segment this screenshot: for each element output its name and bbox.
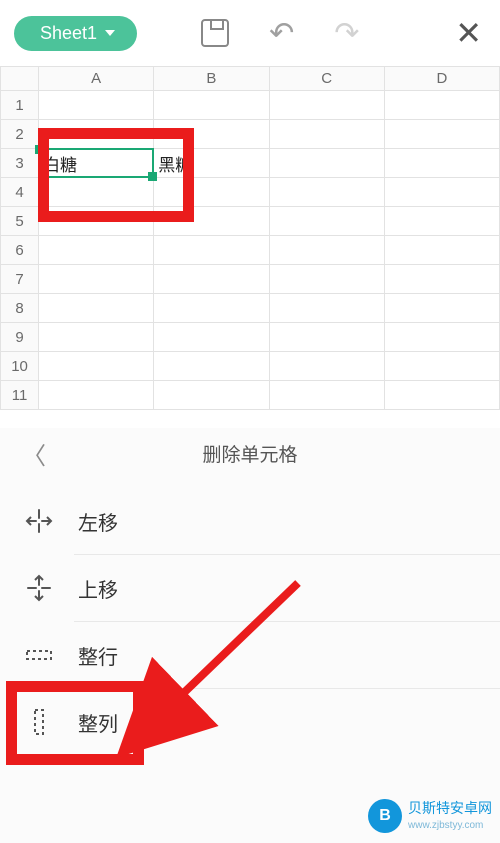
cell-A11[interactable] [39,381,154,410]
chevron-down-icon [105,30,115,36]
cell-A2[interactable] [39,120,154,149]
cell-C9[interactable] [269,323,384,352]
option-entire-column[interactable]: 整列 [0,689,500,755]
cell-D1[interactable] [384,91,499,120]
cell-value: 黑糖 [158,156,192,175]
cell-A8[interactable] [39,294,154,323]
cell-A6[interactable] [39,236,154,265]
delete-cell-panel: 〈 删除单元格 左移 上移 整行 [0,428,500,843]
redo-icon[interactable]: ↷ [334,16,359,51]
cell-D8[interactable] [384,294,499,323]
row-header-4[interactable]: 4 [1,178,39,207]
option-label: 上移 [78,574,118,603]
watermark-url: www.zjbstyy.com [408,820,483,831]
option-label: 左移 [78,507,118,536]
cell-C10[interactable] [269,352,384,381]
cell-C5[interactable] [269,207,384,236]
panel-title: 删除单元格 [0,440,500,467]
row-header-11[interactable]: 11 [1,381,39,410]
cell-C11[interactable] [269,381,384,410]
cell-C8[interactable] [269,294,384,323]
col-header-A[interactable]: A [39,67,154,91]
spreadsheet: A B C D 1 2 3 白糖 黑糖 4 5 6 7 8 9 [0,66,500,428]
cell-B1[interactable] [154,91,269,120]
row-header-7[interactable]: 7 [1,265,39,294]
cell-B8[interactable] [154,294,269,323]
option-label: 整行 [78,641,118,670]
cell-C1[interactable] [269,91,384,120]
close-icon[interactable]: ✕ [455,14,482,52]
corner-cell[interactable] [1,67,39,91]
cell-D10[interactable] [384,352,499,381]
cell-D3[interactable] [384,149,499,178]
watermark-logo-icon: B [368,799,402,833]
cell-B7[interactable] [154,265,269,294]
cell-A1[interactable] [39,91,154,120]
cell-D4[interactable] [384,178,499,207]
cell-C7[interactable] [269,265,384,294]
cell-B10[interactable] [154,352,269,381]
cell-D7[interactable] [384,265,499,294]
cell-C4[interactable] [269,178,384,207]
row-header-6[interactable]: 6 [1,236,39,265]
cell-C3[interactable] [269,149,384,178]
cell-A5[interactable] [39,207,154,236]
row-header-1[interactable]: 1 [1,91,39,120]
cell-D6[interactable] [384,236,499,265]
cell-D2[interactable] [384,120,499,149]
cell-B5[interactable] [154,207,269,236]
shift-left-icon [24,506,54,536]
sheet-tab[interactable]: Sheet1 [14,16,137,51]
selection-handle-tl-icon[interactable] [35,145,44,154]
entire-column-icon [24,707,54,737]
watermark-name: 贝斯特安卓网 [408,801,492,816]
selection-handle-br-icon[interactable] [148,172,157,181]
cell-D5[interactable] [384,207,499,236]
cell-D9[interactable] [384,323,499,352]
cell-B9[interactable] [154,323,269,352]
shift-up-icon [24,573,54,603]
cell-value: 白糖 [43,156,77,175]
col-header-D[interactable]: D [384,67,499,91]
cell-C2[interactable] [269,120,384,149]
save-icon[interactable] [201,19,229,47]
cell-A4[interactable] [39,178,154,207]
cell-B11[interactable] [154,381,269,410]
entire-row-icon [24,640,54,670]
top-toolbar: Sheet1 ↶ ↷ ✕ [0,0,500,66]
sheet-tab-label: Sheet1 [40,23,97,44]
option-entire-row[interactable]: 整行 [0,622,500,688]
row-header-2[interactable]: 2 [1,120,39,149]
option-shift-left[interactable]: 左移 [0,488,500,554]
cell-A7[interactable] [39,265,154,294]
undo-icon[interactable]: ↶ [269,16,294,51]
cell-A9[interactable] [39,323,154,352]
row-header-3[interactable]: 3 [1,149,39,178]
cell-B4[interactable] [154,178,269,207]
cell-D11[interactable] [384,381,499,410]
cell-B3[interactable]: 黑糖 [154,149,269,178]
col-header-C[interactable]: C [269,67,384,91]
option-shift-up[interactable]: 上移 [0,555,500,621]
row-header-10[interactable]: 10 [1,352,39,381]
cell-C6[interactable] [269,236,384,265]
cell-A10[interactable] [39,352,154,381]
cell-A3[interactable]: 白糖 [39,149,154,178]
row-header-5[interactable]: 5 [1,207,39,236]
row-header-8[interactable]: 8 [1,294,39,323]
col-header-B[interactable]: B [154,67,269,91]
watermark: B 贝斯特安卓网 www.zjbstyy.com [368,799,492,833]
row-header-9[interactable]: 9 [1,323,39,352]
option-label: 整列 [78,708,118,737]
cell-B2[interactable] [154,120,269,149]
cell-B6[interactable] [154,236,269,265]
